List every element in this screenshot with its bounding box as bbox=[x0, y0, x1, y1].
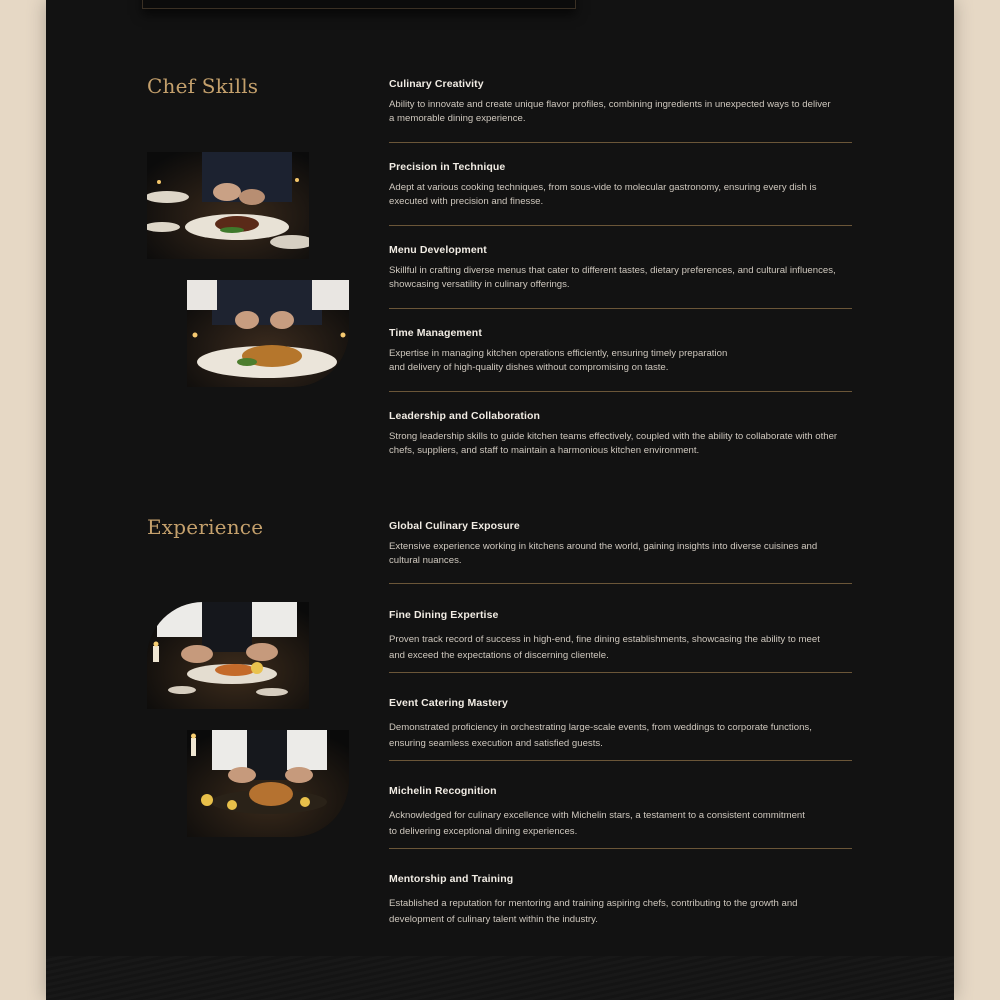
footer-edge bbox=[46, 956, 954, 1000]
skill-title: Time Management bbox=[389, 327, 482, 339]
divider bbox=[389, 308, 852, 309]
experience-list: Global Culinary Exposure Extensive exper… bbox=[389, 520, 859, 955]
experience-title: Michelin Recognition bbox=[389, 785, 497, 797]
experience-title: Mentorship and Training bbox=[389, 873, 514, 885]
skill-item: Leadership and Collaboration Strong lead… bbox=[389, 410, 859, 493]
experience-title: Global Culinary Exposure bbox=[389, 520, 520, 532]
experience-title: Event Catering Mastery bbox=[389, 697, 508, 709]
chef-carving-roast-photo bbox=[187, 730, 349, 837]
skill-item: Time Management Expertise in managing ki… bbox=[389, 327, 859, 410]
experience-item: Global Culinary Exposure Extensive exper… bbox=[389, 520, 859, 603]
experience-item: Fine Dining Expertise Proven track recor… bbox=[389, 609, 859, 697]
skill-title: Culinary Creativity bbox=[389, 78, 484, 90]
skill-item: Menu Development Skillful in crafting di… bbox=[389, 244, 859, 327]
experience-item: Event Catering Mastery Demonstrated prof… bbox=[389, 697, 859, 785]
skill-description: Skillful in crafting diverse menus that … bbox=[389, 265, 836, 290]
skill-description: Expertise in managing kitchen operations… bbox=[389, 348, 728, 373]
divider bbox=[389, 848, 852, 849]
experience-description: Extensive experience working in kitchens… bbox=[389, 541, 818, 566]
divider bbox=[389, 391, 852, 392]
page-container: Chef Skills Culinary Creativity Ability … bbox=[46, 0, 954, 1000]
experience-description: Demonstrated proficiency in orchestratin… bbox=[389, 722, 812, 749]
divider bbox=[389, 672, 852, 673]
divider bbox=[389, 760, 852, 761]
experience-description: Acknowledged for culinary excellence wit… bbox=[389, 810, 805, 837]
skill-description: Ability to innovate and create unique fl… bbox=[389, 99, 831, 124]
skill-description: Adept at various cooking techniques, fro… bbox=[389, 182, 817, 207]
chef-plating-steak-photo bbox=[147, 152, 309, 259]
skill-title: Menu Development bbox=[389, 244, 487, 256]
experience-title: Fine Dining Expertise bbox=[389, 609, 499, 621]
top-card-edge bbox=[142, 0, 576, 9]
experience-description: Established a reputation for mentoring a… bbox=[389, 898, 798, 925]
divider bbox=[389, 225, 852, 226]
skill-title: Leadership and Collaboration bbox=[389, 410, 540, 422]
chef-skills-heading: Chef Skills bbox=[147, 74, 259, 98]
skill-item: Culinary Creativity Ability to innovate … bbox=[389, 78, 859, 161]
experience-description: Proven track record of success in high-e… bbox=[389, 634, 820, 661]
chef-plating-roast-photo bbox=[187, 280, 349, 387]
skill-description: Strong leadership skills to guide kitche… bbox=[389, 431, 838, 456]
experience-item: Michelin Recognition Acknowledged for cu… bbox=[389, 785, 859, 873]
chef-skills-list: Culinary Creativity Ability to innovate … bbox=[389, 78, 859, 493]
skill-item: Precision in Technique Adept at various … bbox=[389, 161, 859, 244]
experience-heading: Experience bbox=[147, 515, 264, 539]
chef-garnishing-dish-photo bbox=[147, 602, 309, 709]
divider bbox=[389, 583, 852, 584]
experience-item: Mentorship and Training Established a re… bbox=[389, 873, 859, 961]
divider bbox=[389, 142, 852, 143]
skill-title: Precision in Technique bbox=[389, 161, 506, 173]
